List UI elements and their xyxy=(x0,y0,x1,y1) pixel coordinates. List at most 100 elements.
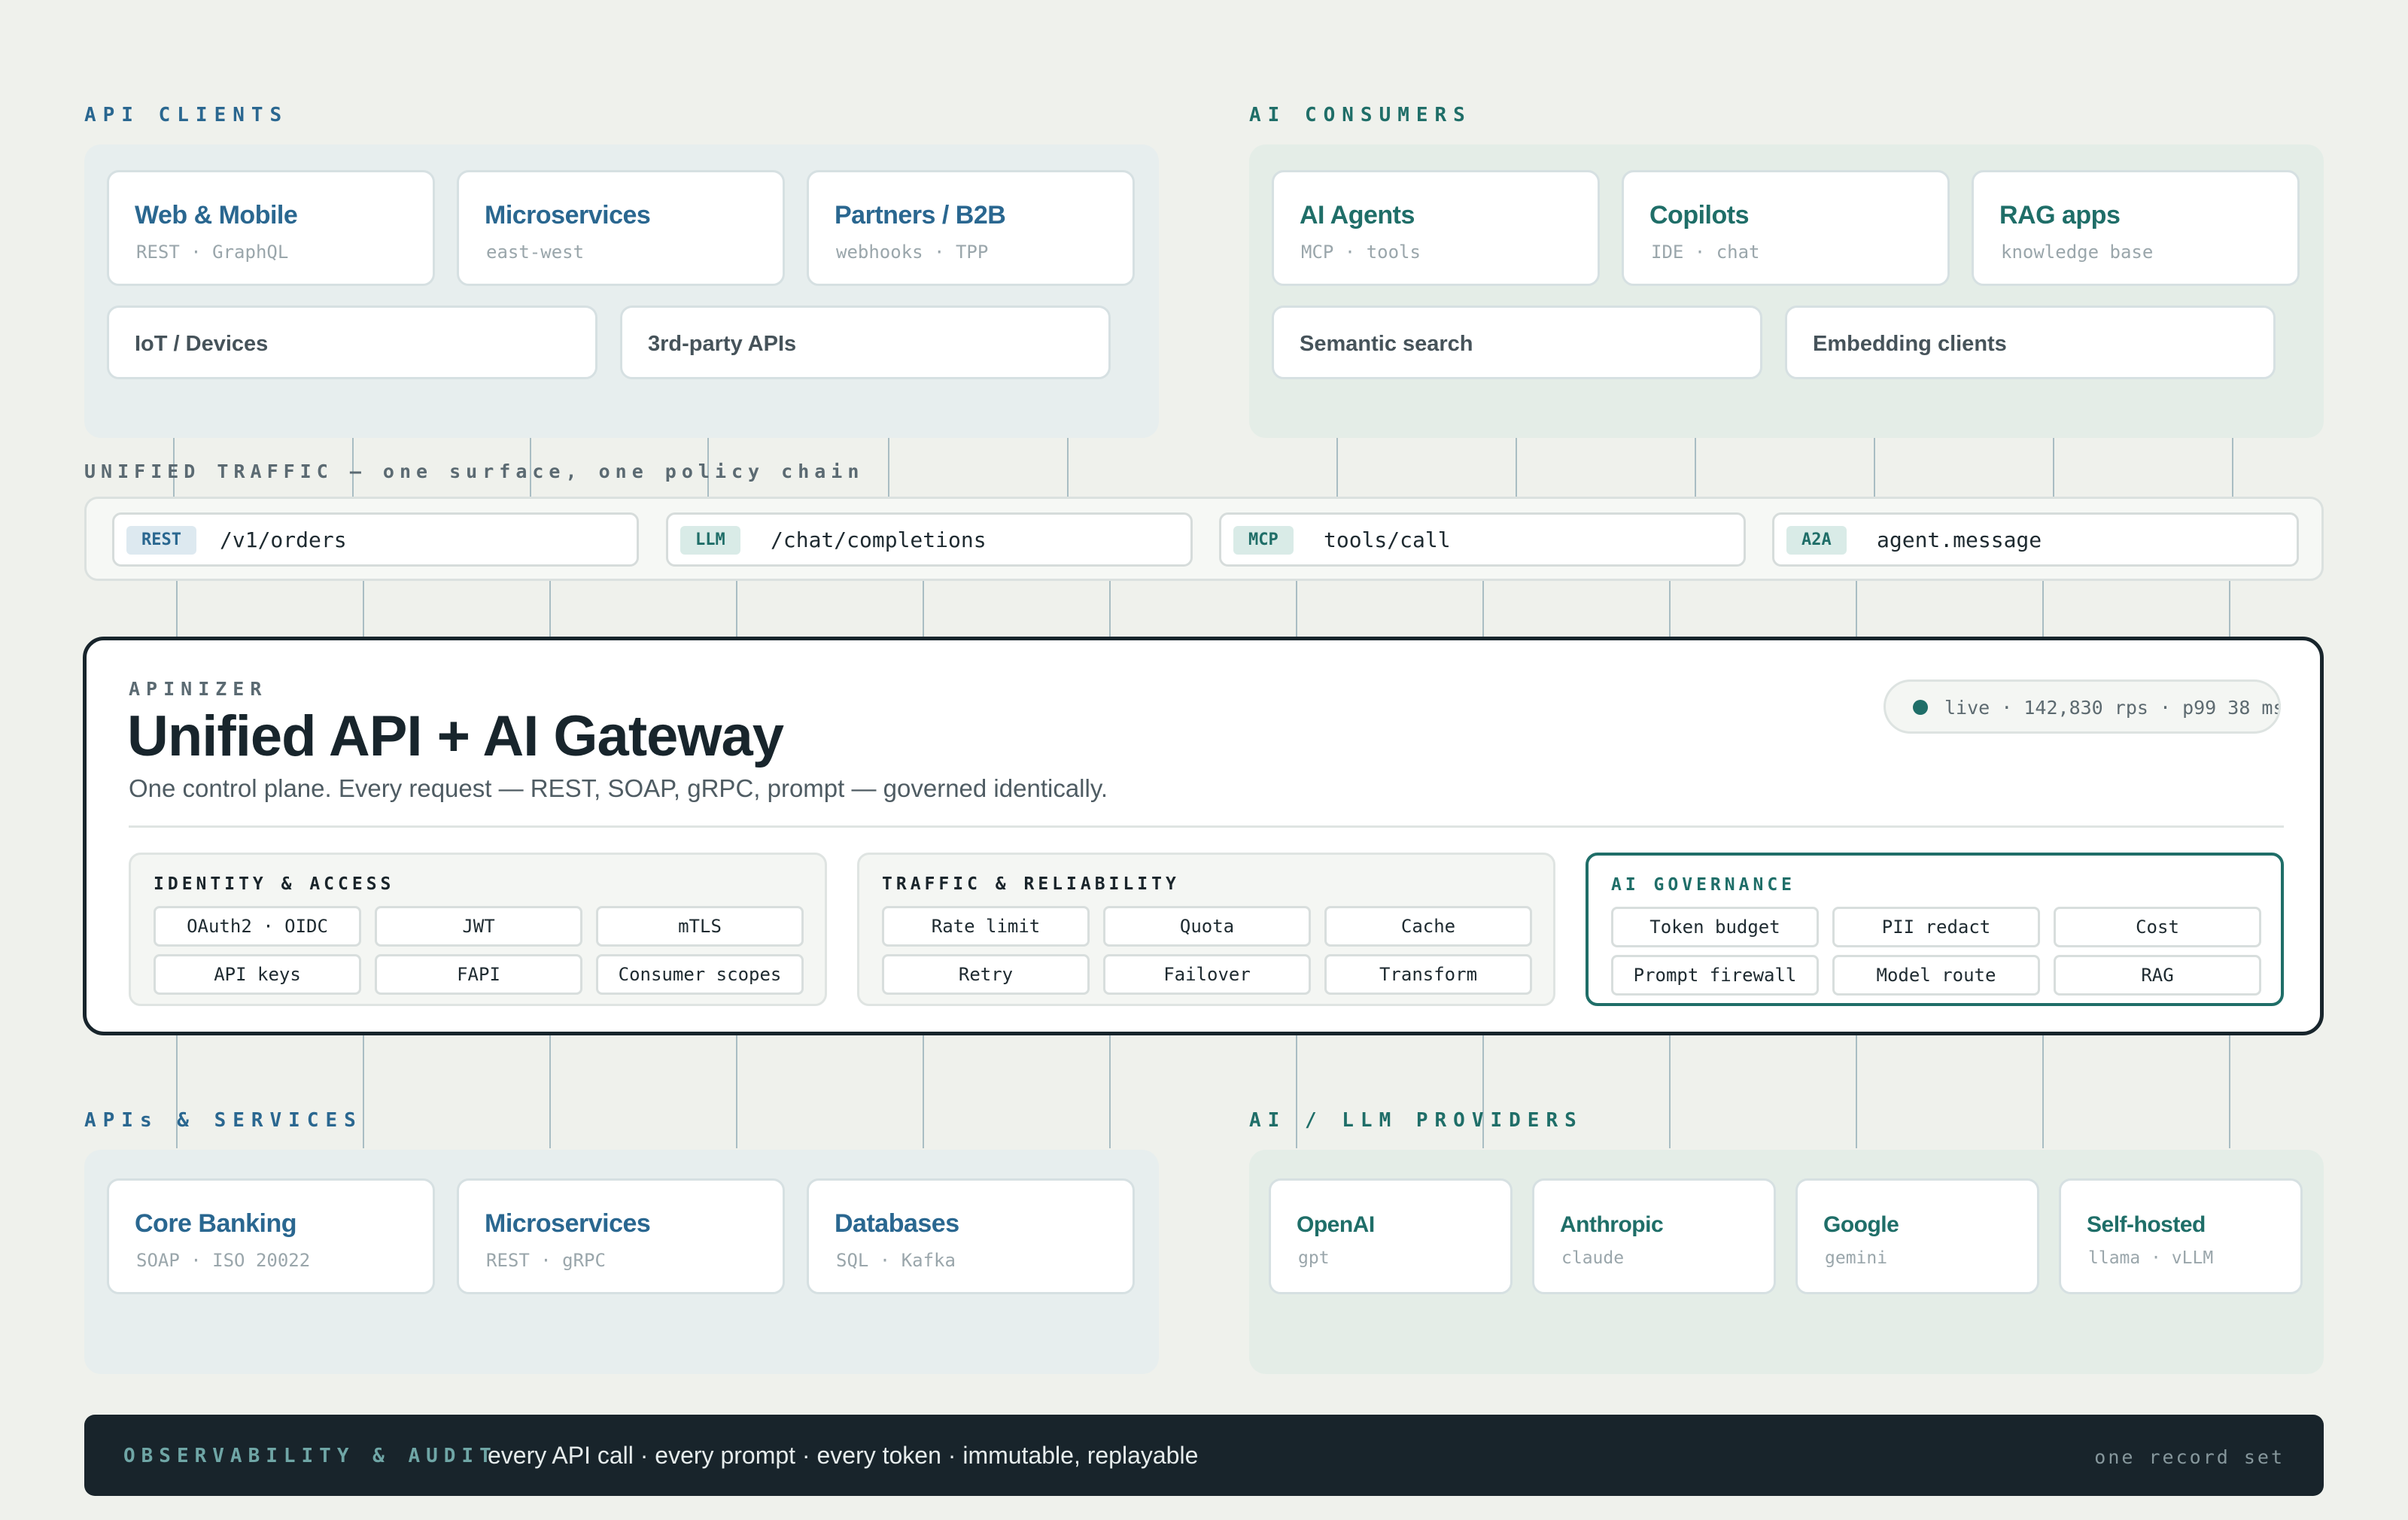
ai-consumers-title: AI CONSUMERS xyxy=(1249,104,1472,126)
apis-services-title: APIs & SERVICES xyxy=(84,1109,363,1132)
policy-chip[interactable]: Cache xyxy=(1324,906,1532,947)
observability-record-label: one record set xyxy=(2094,1446,2285,1468)
policy-chip[interactable]: PII redact xyxy=(1832,907,2040,947)
api-client-card[interactable]: Web & Mobile REST · GraphQL xyxy=(107,170,435,286)
card-title: Databases xyxy=(835,1209,959,1238)
policy-chip[interactable]: Failover xyxy=(1103,954,1311,995)
route-llm[interactable]: LLM /chat/completions xyxy=(666,512,1193,567)
route-path: agent.message xyxy=(1877,527,2042,552)
api-clients-panel: Web & Mobile REST · GraphQL Microservice… xyxy=(84,144,1159,438)
card-subtitle: MCP · tools xyxy=(1301,242,1421,263)
ai-consumers-panel: AI Agents MCP · tools Copilots IDE · cha… xyxy=(1249,144,2324,438)
llm-provider-card[interactable]: OpenAI gpt xyxy=(1269,1178,1513,1294)
ai-consumer-card[interactable]: Semantic search xyxy=(1272,306,1762,379)
api-client-card[interactable]: Microservices east-west xyxy=(457,170,785,286)
route-a2a[interactable]: A2A agent.message xyxy=(1772,512,2299,567)
gateway-eyebrow: APINIZER xyxy=(129,678,268,700)
route-rest[interactable]: REST /v1/orders xyxy=(112,512,639,567)
ai-consumer-card[interactable]: AI Agents MCP · tools xyxy=(1272,170,1600,286)
connector-line xyxy=(736,581,737,637)
route-mcp[interactable]: MCP tools/call xyxy=(1219,512,1746,567)
group-title: AI GOVERNANCE xyxy=(1611,875,1796,895)
connector-line xyxy=(2042,1035,2044,1148)
backend-service-card[interactable]: Microservices REST · gRPC xyxy=(457,1178,785,1294)
card-title: AI Agents xyxy=(1300,201,1415,230)
traffic-reliability-group: TRAFFIC & RELIABILITY Rate limit Quota C… xyxy=(857,853,1555,1006)
policy-chip[interactable]: OAuth2 · OIDC xyxy=(154,906,361,947)
card-subtitle: gpt xyxy=(1298,1248,1330,1268)
connector-line xyxy=(1856,581,1857,637)
gateway-divider xyxy=(129,825,2284,828)
connector-line xyxy=(1669,1035,1671,1148)
backend-service-card[interactable]: Core Banking SOAP · ISO 20022 xyxy=(107,1178,435,1294)
connector-line xyxy=(363,1035,364,1148)
live-status-badge: live · 142,830 rps · p99 38 ms xyxy=(1884,679,2281,734)
connector-line xyxy=(1067,438,1069,497)
identity-access-group: IDENTITY & ACCESS OAuth2 · OIDC JWT mTLS… xyxy=(129,853,827,1006)
api-client-card[interactable]: 3rd-party APIs xyxy=(620,306,1111,379)
policy-chip[interactable]: JWT xyxy=(375,906,582,947)
policy-chip[interactable]: Rate limit xyxy=(882,906,1090,947)
llm-provider-card[interactable]: Self-hosted llama · vLLM xyxy=(2059,1178,2303,1294)
card-subtitle: REST · gRPC xyxy=(486,1250,606,1271)
policy-chip[interactable]: Quota xyxy=(1103,906,1311,947)
card-title: Copilots xyxy=(1649,201,1749,230)
group-title: TRAFFIC & RELIABILITY xyxy=(882,874,1180,894)
llm-provider-card[interactable]: Google gemini xyxy=(1795,1178,2039,1294)
ai-consumer-card[interactable]: Copilots IDE · chat xyxy=(1622,170,1950,286)
card-title: Web & Mobile xyxy=(135,201,298,230)
llm-provider-card[interactable]: Anthropic claude xyxy=(1532,1178,1776,1294)
policy-chip[interactable]: RAG xyxy=(2054,955,2261,996)
connector-line xyxy=(2229,581,2230,637)
observability-bar: OBSERVABILITY & AUDIT every API call · e… xyxy=(84,1415,2324,1496)
llm-providers-panel: OpenAI gpt Anthropic claude Google gemin… xyxy=(1249,1150,2324,1374)
connector-line xyxy=(923,1035,924,1148)
route-tag: REST xyxy=(126,526,196,555)
connector-line xyxy=(1669,581,1671,637)
card-title: Microservices xyxy=(485,201,651,230)
policy-chip[interactable]: Cost xyxy=(2054,907,2261,947)
card-subtitle: SOAP · ISO 20022 xyxy=(136,1250,311,1271)
connector-line xyxy=(888,438,889,497)
connector-line xyxy=(1109,581,1111,637)
route-tag: LLM xyxy=(680,526,740,555)
api-client-card[interactable]: IoT / Devices xyxy=(107,306,597,379)
llm-providers-title: AI / LLM PROVIDERS xyxy=(1249,1109,1583,1132)
route-path: tools/call xyxy=(1324,527,1451,552)
card-subtitle: REST · GraphQL xyxy=(136,242,289,263)
policy-chip[interactable]: API keys xyxy=(154,954,361,995)
card-title: Self-hosted xyxy=(2087,1212,2206,1237)
policy-chip[interactable]: Retry xyxy=(882,954,1090,995)
policy-chip[interactable]: mTLS xyxy=(596,906,804,947)
ai-consumer-card[interactable]: RAG apps knowledge base xyxy=(1972,170,2300,286)
policy-chip[interactable]: Consumer scopes xyxy=(596,954,804,995)
connector-line xyxy=(1296,581,1297,637)
connector-line xyxy=(363,581,364,637)
card-subtitle: claude xyxy=(1561,1248,1625,1268)
card-title: RAG apps xyxy=(1999,201,2121,230)
ai-consumer-card[interactable]: Embedding clients xyxy=(1785,306,2276,379)
backend-service-card[interactable]: Databases SQL · Kafka xyxy=(807,1178,1135,1294)
connector-line xyxy=(549,1035,551,1148)
connector-line xyxy=(1874,438,1875,497)
connector-line xyxy=(2053,438,2054,497)
gateway-subtitle: One control plane. Every request — REST,… xyxy=(129,774,1108,802)
api-client-card[interactable]: Partners / B2B webhooks · TPP xyxy=(807,170,1135,286)
route-path: /chat/completions xyxy=(771,527,987,552)
connector-line xyxy=(1856,1035,1857,1148)
policy-chip[interactable]: Token budget xyxy=(1611,907,1819,947)
gateway-card: APINIZER Unified API + AI Gateway One co… xyxy=(83,637,2324,1035)
connector-line xyxy=(736,1035,737,1148)
card-subtitle: webhooks · TPP xyxy=(836,242,989,263)
card-subtitle: knowledge base xyxy=(2001,242,2154,263)
connector-line xyxy=(549,581,551,637)
card-subtitle: SQL · Kafka xyxy=(836,1250,956,1271)
card-subtitle: llama · vLLM xyxy=(2088,1248,2214,1268)
ai-governance-group: AI GOVERNANCE Token budget PII redact Co… xyxy=(1586,853,2284,1006)
policy-chip[interactable]: Model route xyxy=(1832,955,2040,996)
card-title: Google xyxy=(1823,1212,1899,1237)
policy-chip[interactable]: Transform xyxy=(1324,954,1532,995)
connector-line xyxy=(2229,1035,2230,1148)
policy-chip[interactable]: FAPI xyxy=(375,954,582,995)
policy-chip[interactable]: Prompt firewall xyxy=(1611,955,1819,996)
